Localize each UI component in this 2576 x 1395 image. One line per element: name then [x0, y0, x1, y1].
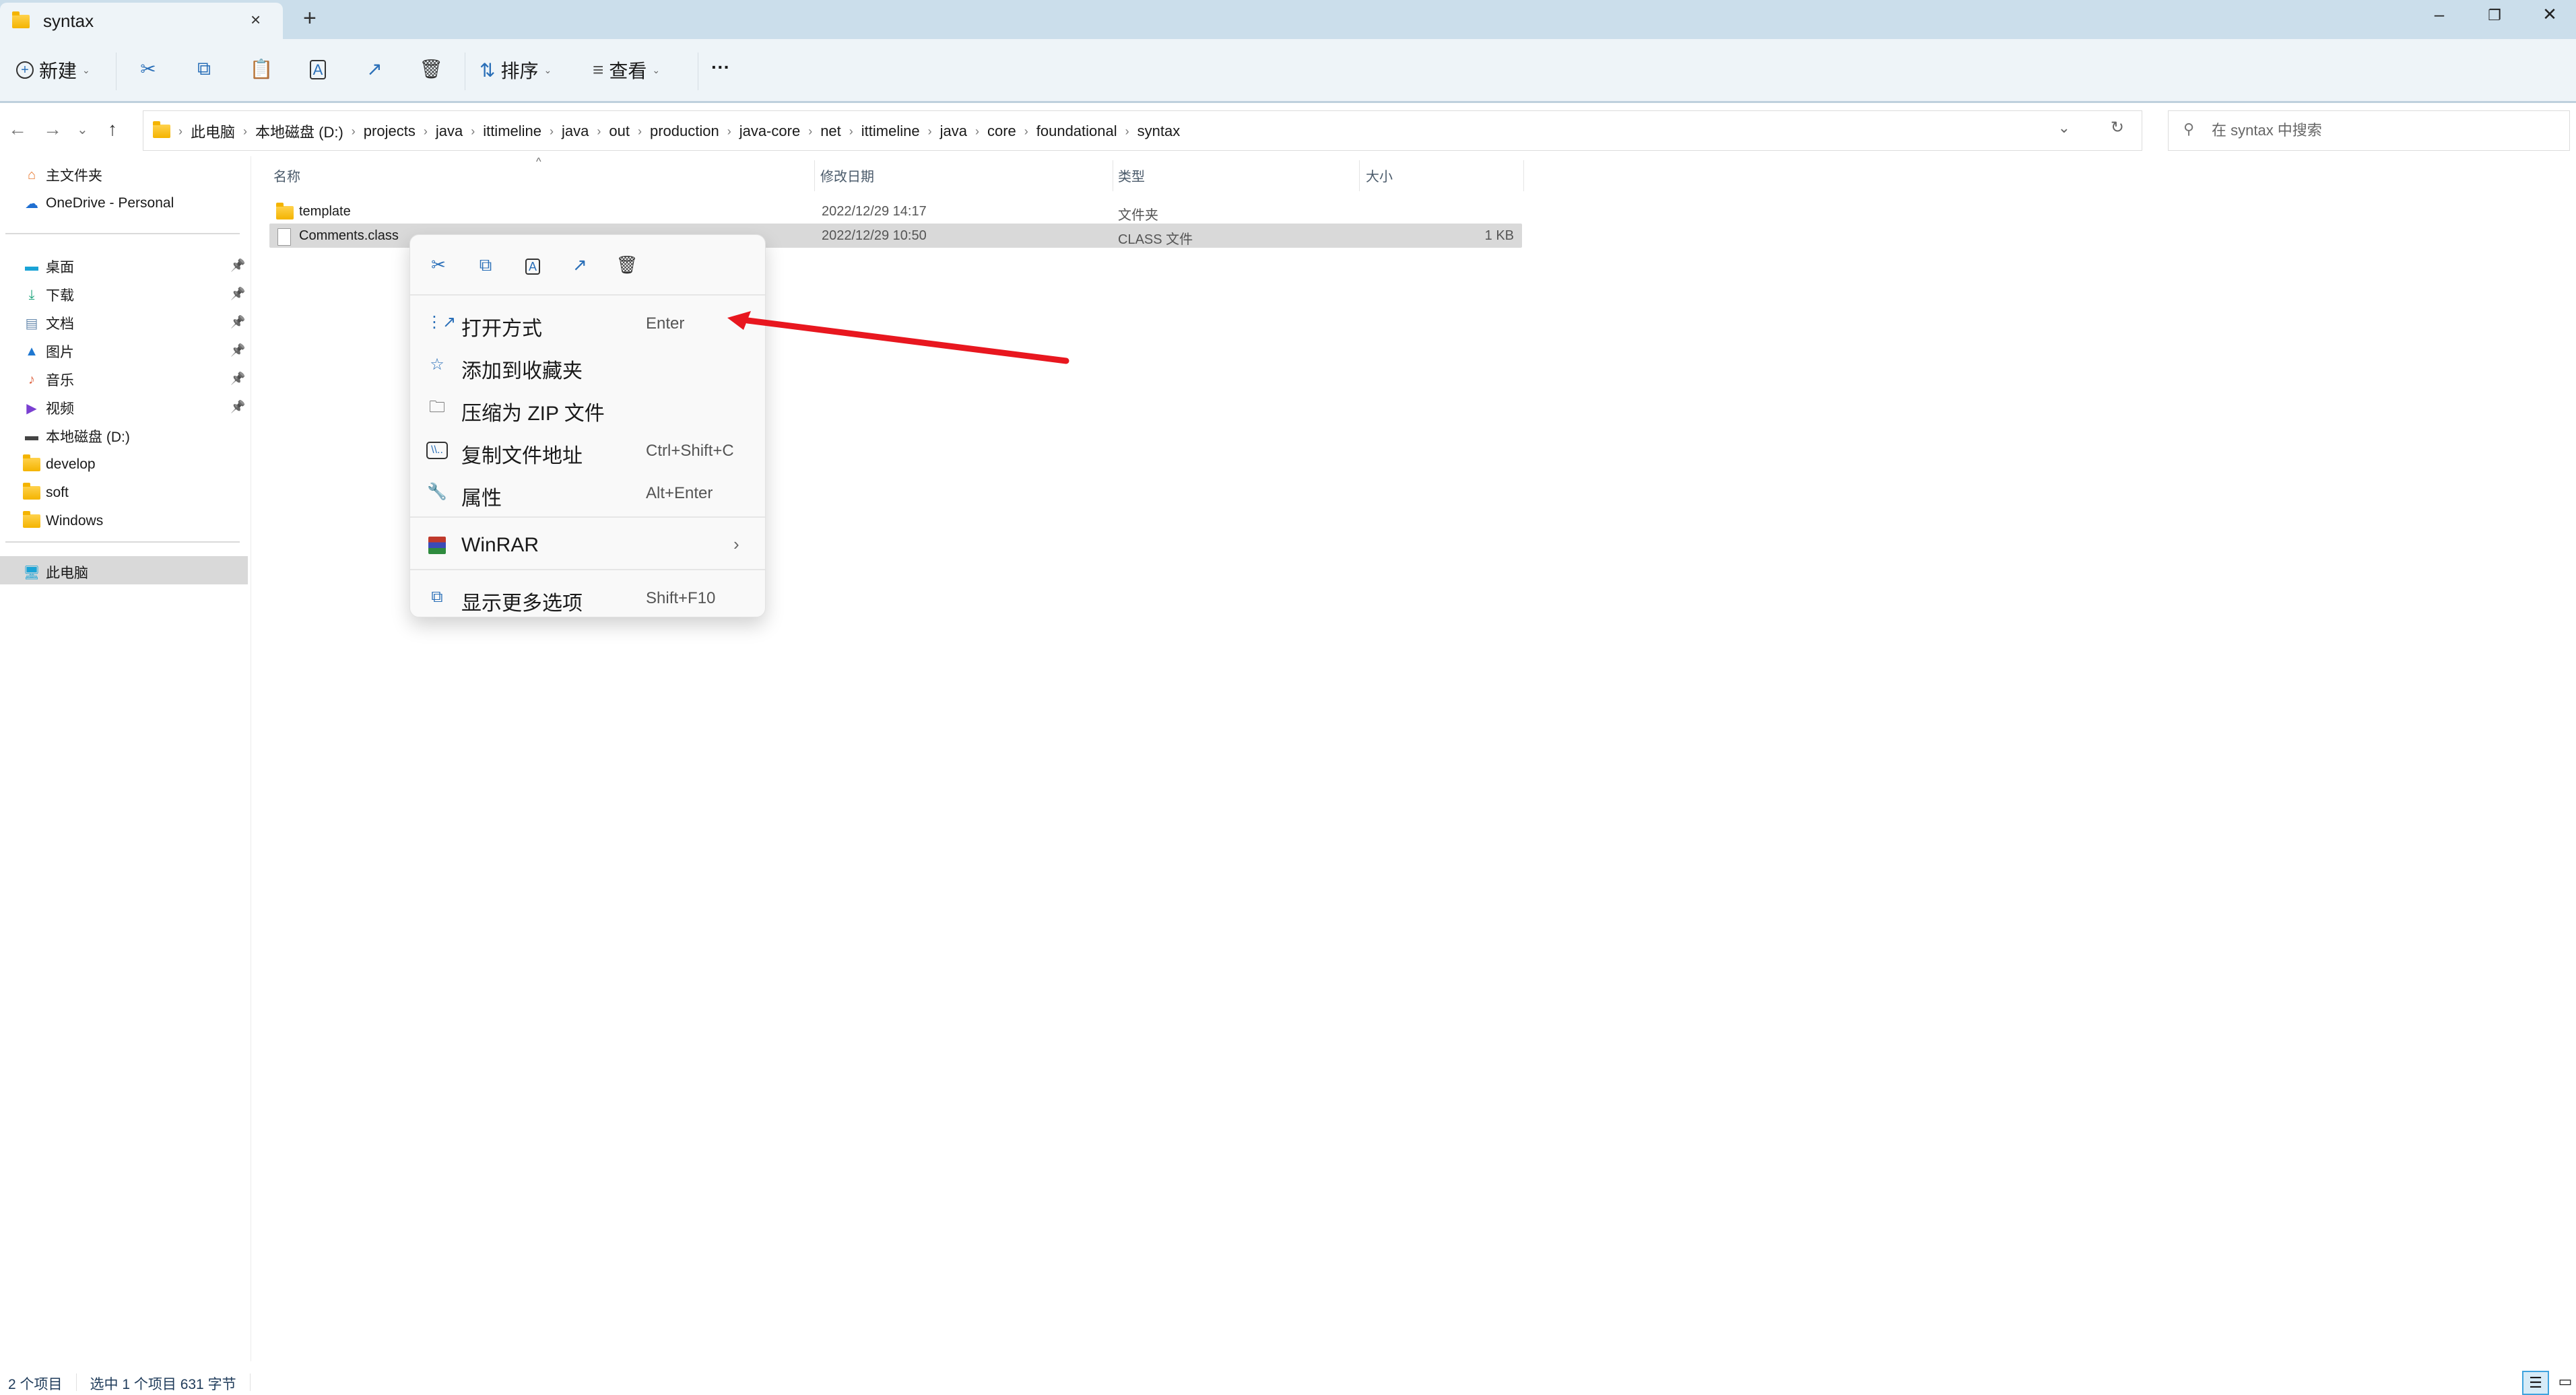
list-icon: ☰: [2529, 1374, 2542, 1391]
status-bar: 2 个项目 选中 1 个项目 631 字节: [8, 1373, 251, 1394]
item-count: 2 个项目: [8, 1377, 63, 1392]
selection-info: 选中 1 个项目 631 字节: [90, 1377, 236, 1392]
large-icons-view-button[interactable]: ▭: [2553, 1371, 2576, 1392]
tiles-icon: ▭: [2558, 1373, 2573, 1390]
annotation-arrow: [727, 311, 1069, 364]
status-divider: [75, 1373, 77, 1391]
arrow-shaft: [744, 317, 1069, 364]
status-divider: [249, 1373, 251, 1391]
view-toggle: ☰ ▭: [2522, 1371, 2576, 1395]
details-view-button[interactable]: ☰: [2522, 1371, 2549, 1395]
